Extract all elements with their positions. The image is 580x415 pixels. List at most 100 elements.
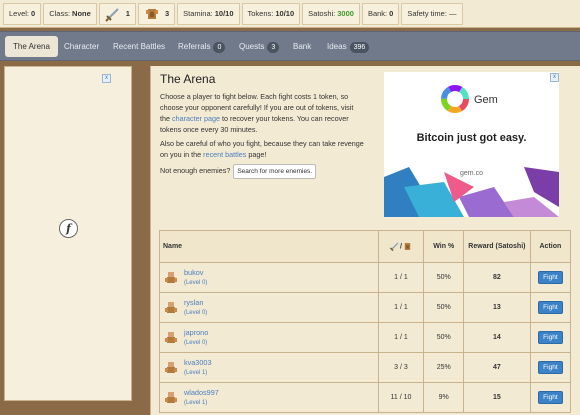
action-cell: Fight	[529, 352, 572, 383]
enemies-row: Not enough enemies? Search for more enemi…	[160, 164, 365, 179]
status-bar: Level: 0 Class: None 1 3 Stamina: 10/10 Tok…	[0, 0, 580, 28]
sword-count: 1	[125, 9, 130, 18]
player-name-link[interactable]: japrono	[184, 328, 208, 337]
enemies-text: Not enough enemies?	[160, 166, 231, 175]
fight-button[interactable]: Fight	[538, 361, 563, 374]
player-name-block: kva3003 (Level 1)	[184, 358, 212, 378]
reward-cell: 15	[462, 382, 531, 413]
quests-badge: 3	[267, 42, 280, 53]
table-row: bukov (Level 0) 1 / 1 50% 82 Fight	[159, 262, 572, 293]
fight-button[interactable]: Fight	[538, 391, 563, 404]
name-header: Name	[159, 230, 379, 263]
armor-count: 3	[164, 9, 170, 18]
tab-recent-battles[interactable]: Recent Battles	[113, 36, 165, 57]
satoshi-stat: Satoshi: 3000	[302, 2, 360, 25]
player-avatar-icon	[165, 331, 177, 343]
tab-quests[interactable]: Quests 3	[239, 36, 280, 57]
stamina-value: 10/10	[214, 9, 234, 18]
tab-quests-label: Quests	[239, 42, 265, 51]
bank-stat: Bank: 0	[361, 2, 400, 25]
ad-choices-icon[interactable]: x	[550, 73, 559, 82]
record-cell: 3 / 3	[377, 352, 425, 383]
stamina-stat: Stamina: 10/10	[177, 2, 240, 25]
sword-stat[interactable]: 1	[98, 2, 136, 25]
level-label: Level:	[9, 9, 30, 18]
record-cell: 1 / 1	[377, 292, 425, 323]
action-cell: Fight	[529, 322, 572, 353]
tab-referrals-label: Referrals	[178, 42, 211, 51]
main-nav: The Arena Character Recent Battles Refer…	[0, 31, 580, 61]
left-ad-panel: x f	[4, 66, 132, 401]
gem-ad[interactable]: x Gem Bitcoin just got easy. gem.co	[384, 72, 559, 217]
player-name-block: wlados997 (Level 1)	[184, 388, 219, 408]
reward-cell: 82	[462, 262, 531, 293]
revenge-paragraph: Also be careful of who you fight, becaus…	[160, 138, 365, 160]
class-value: None	[72, 9, 91, 18]
record-header: /	[377, 230, 425, 263]
player-name-link[interactable]: kva3003	[184, 358, 212, 367]
fight-button[interactable]: Fight	[538, 271, 563, 284]
reward-cell: 14	[462, 322, 531, 353]
sword-icon	[389, 242, 399, 252]
table-row: kva3003 (Level 1) 3 / 3 25% 47 Fight	[159, 352, 572, 383]
player-name-link[interactable]: ryslan	[184, 298, 203, 307]
tab-referrals[interactable]: Referrals 0	[178, 36, 226, 57]
bank-value: 0	[389, 9, 394, 18]
recent-battles-link[interactable]: recent battles	[203, 150, 246, 159]
player-name-link[interactable]: bukov	[184, 268, 203, 277]
tokens-value: 10/10	[275, 9, 295, 18]
player-level: (Level 0)	[183, 279, 208, 286]
safety-stat: Safety time: —	[401, 2, 463, 25]
player-cell: kva3003 (Level 1)	[159, 352, 379, 383]
win-cell: 50%	[423, 292, 464, 323]
tab-bank[interactable]: Bank	[293, 36, 311, 57]
level-stat: Level: 0	[3, 2, 42, 25]
ad-choices-icon[interactable]: x	[102, 74, 111, 83]
reward-header: Reward (Satoshi)	[462, 230, 531, 263]
armor-icon	[145, 8, 158, 19]
safety-label: Safety time:	[407, 9, 447, 18]
player-level: (Level 0)	[183, 339, 208, 346]
record-cell: 11 / 10	[377, 382, 425, 413]
player-level: (Level 1)	[183, 369, 208, 376]
bank-label: Bank:	[367, 9, 388, 18]
safety-value: —	[449, 9, 457, 18]
reward-cell: 13	[462, 292, 531, 323]
player-cell: wlados997 (Level 1)	[159, 382, 379, 413]
player-level: (Level 1)	[183, 399, 208, 406]
action-cell: Fight	[529, 262, 572, 293]
player-avatar-icon	[165, 391, 177, 403]
armor-stat[interactable]: 3	[137, 2, 176, 25]
gem-logo-icon	[441, 85, 469, 113]
satoshi-label: Satoshi:	[308, 9, 336, 18]
ideas-badge: 396	[349, 42, 370, 53]
referrals-badge: 0	[213, 42, 226, 53]
player-cell: japrono (Level 0)	[159, 322, 379, 353]
character-page-link[interactable]: character page	[172, 114, 220, 123]
player-avatar-icon	[165, 271, 177, 283]
fight-button[interactable]: Fight	[538, 331, 563, 344]
player-cell: ryslan (Level 0)	[159, 292, 379, 323]
action-header: Action	[529, 230, 572, 263]
player-avatar-icon	[165, 361, 177, 373]
tab-ideas-label: Ideas	[327, 42, 347, 51]
class-label: Class:	[49, 9, 71, 18]
tab-arena[interactable]: The Arena	[5, 36, 58, 57]
tab-ideas[interactable]: Ideas 396	[327, 36, 370, 57]
tab-character[interactable]: Character	[64, 36, 99, 57]
record-cell: 1 / 1	[377, 262, 425, 293]
search-enemies-button[interactable]: Search for more enemies.	[233, 164, 317, 179]
class-stat: Class: None	[43, 2, 97, 25]
action-cell: Fight	[529, 382, 572, 413]
table-header-row: Name / Win % Reward (Satoshi) Action	[159, 230, 572, 263]
player-name-block: bukov (Level 0)	[184, 268, 207, 288]
win-cell: 9%	[423, 382, 464, 413]
win-cell: 25%	[423, 352, 464, 383]
opponents-table: Name / Win % Reward (Satoshi) Action buk…	[159, 230, 572, 413]
table-row: wlados997 (Level 1) 11 / 10 9% 15 Fight	[159, 382, 572, 413]
win-cell: 50%	[423, 262, 464, 293]
intro-paragraph: Choose a player to fight below. Each fig…	[160, 91, 365, 135]
fight-button[interactable]: Fight	[538, 301, 563, 314]
player-name-link[interactable]: wlados997	[184, 388, 219, 397]
flash-plugin-icon[interactable]: f	[59, 219, 78, 238]
